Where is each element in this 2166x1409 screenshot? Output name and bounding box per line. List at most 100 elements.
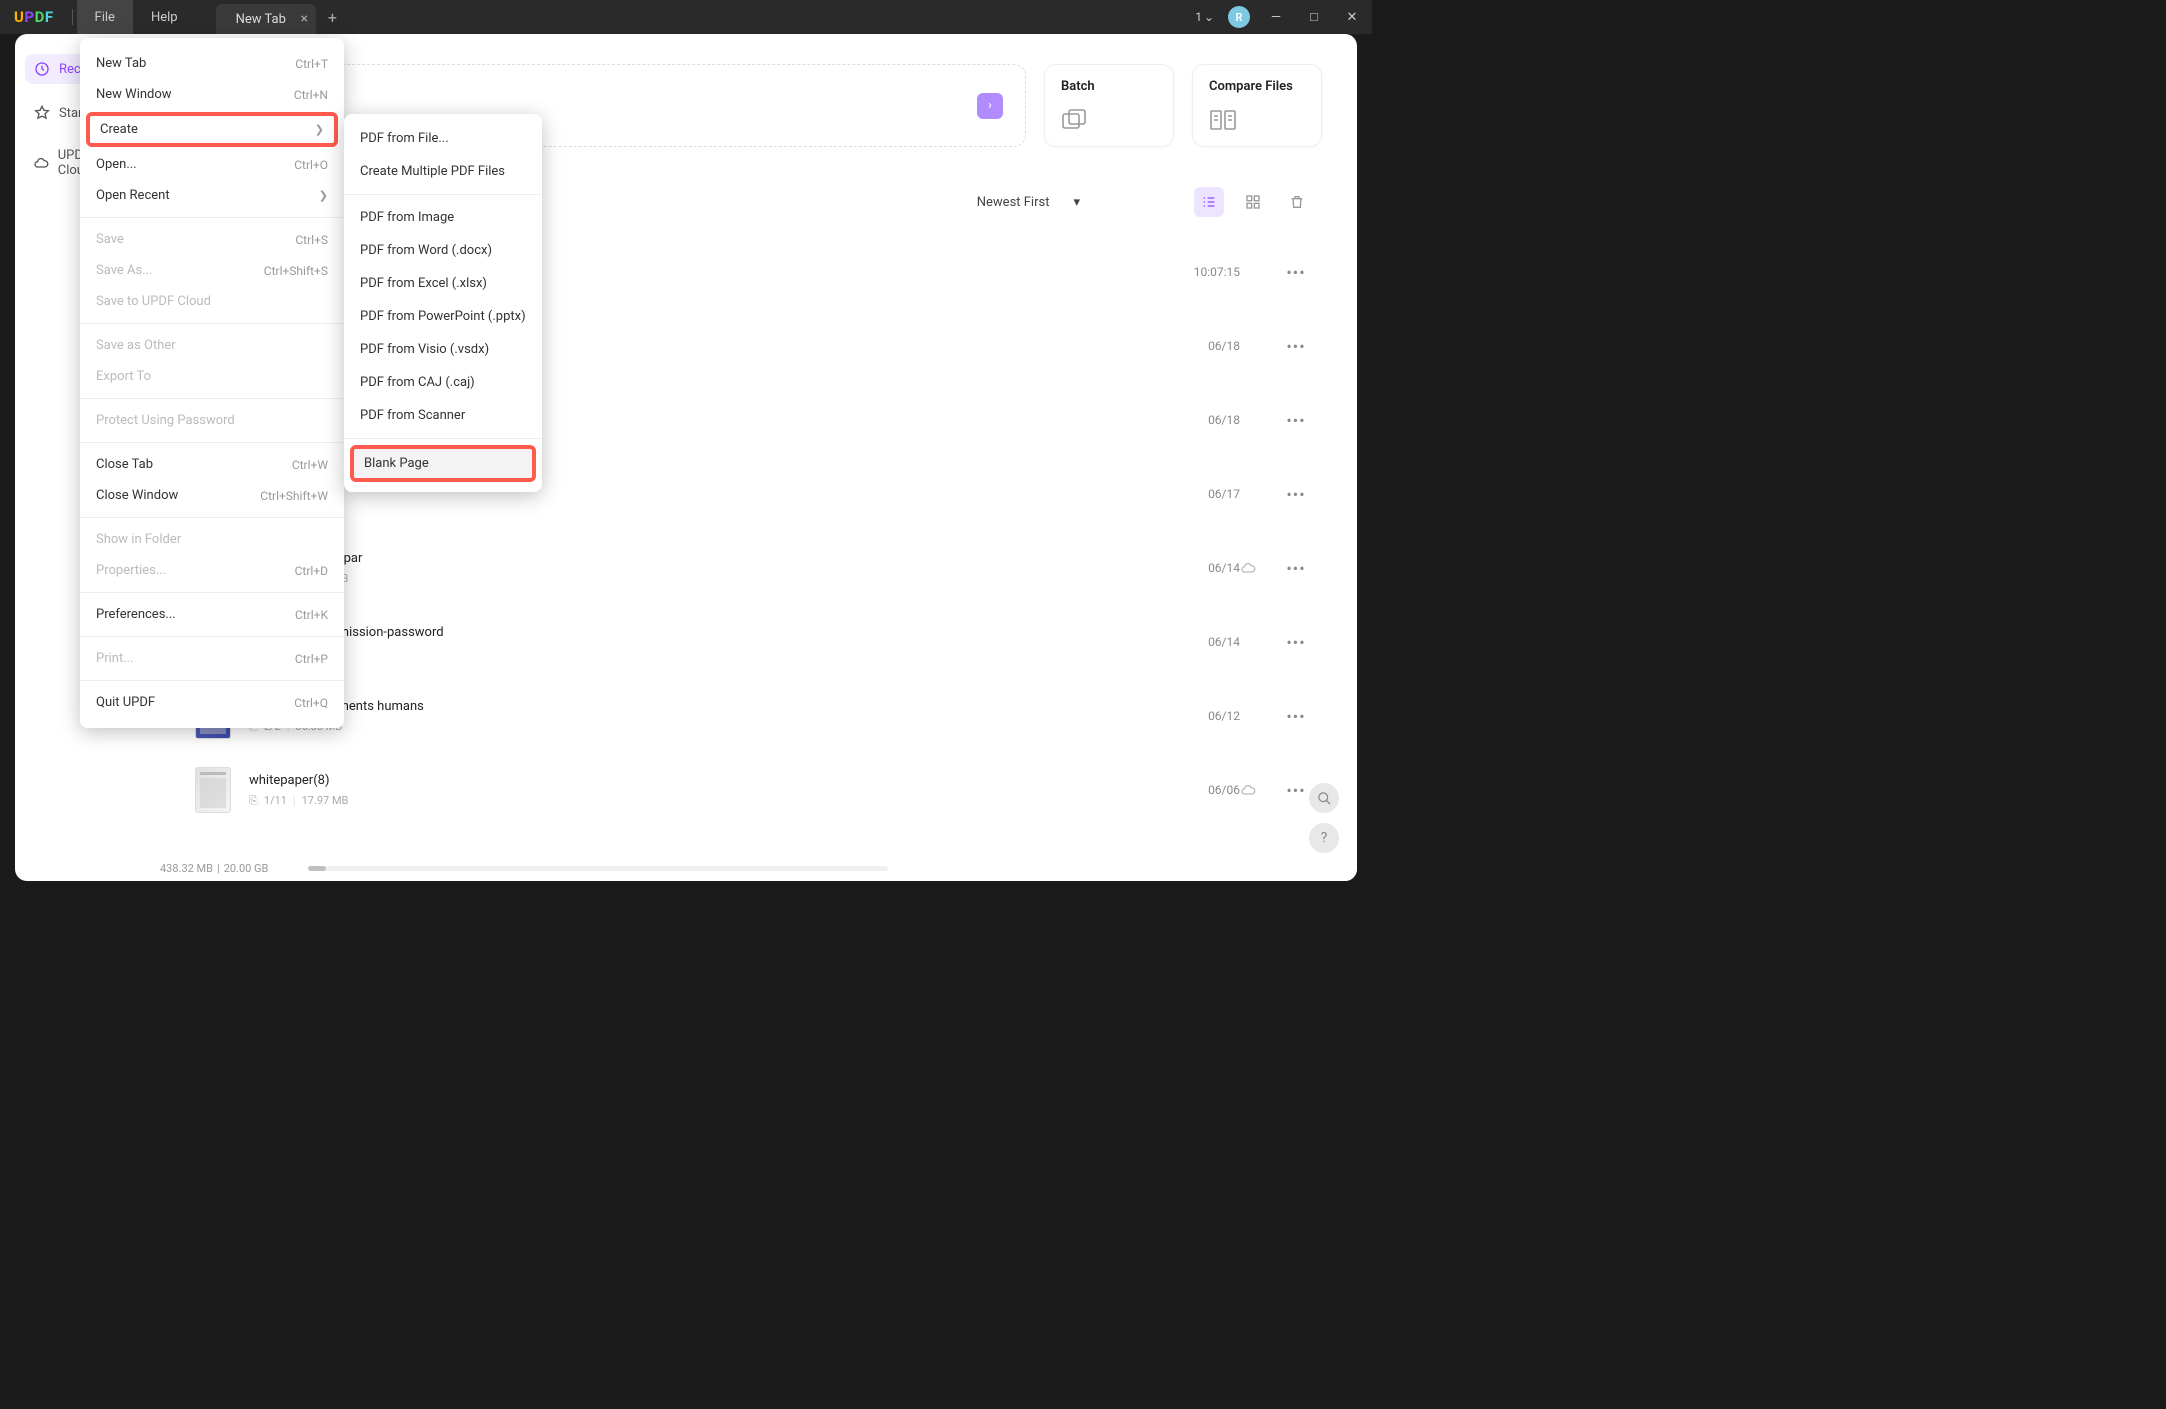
file-date: 06/18 [1150, 339, 1240, 353]
create-menu-item[interactable]: Create Multiple PDF Files [344, 155, 542, 188]
file-menu-item[interactable]: Open...Ctrl+O [80, 149, 344, 180]
file-menu-item[interactable]: Close TabCtrl+W [80, 449, 344, 480]
file-menu-item: Print...Ctrl+P [80, 643, 344, 674]
create-menu-item[interactable]: PDF from Image [344, 201, 542, 234]
minimize-button[interactable]: — [1264, 10, 1288, 25]
menu-item-label: Close Tab [96, 457, 153, 472]
add-tab-button[interactable]: + [328, 8, 337, 27]
menu-help[interactable]: Help [133, 0, 196, 34]
search-button[interactable] [1309, 783, 1339, 813]
chevron-down-icon: ⌄ [1204, 10, 1214, 24]
more-button[interactable]: ••• [1280, 263, 1312, 282]
more-button[interactable]: ••• [1280, 559, 1312, 578]
more-button[interactable]: ••• [1280, 707, 1312, 726]
file-name: technology augments humans [249, 699, 1150, 714]
menu-item-label: Export To [96, 369, 151, 384]
file-menu-item: Export To [80, 361, 344, 392]
menu-separator [80, 680, 344, 681]
create-menu-item[interactable]: Blank Page [350, 445, 536, 482]
shortcut: Ctrl+Shift+S [264, 264, 328, 278]
help-button[interactable]: ? [1309, 823, 1339, 853]
more-button[interactable]: ••• [1280, 337, 1312, 356]
storage-total: 20.00 GB [224, 862, 269, 875]
file-menu-item[interactable]: Close WindowCtrl+Shift+W [80, 480, 344, 511]
menu-item-label: Save As... [96, 263, 153, 278]
close-icon[interactable]: × [300, 11, 307, 27]
menu-item-label: PDF from PowerPoint (.pptx) [360, 309, 526, 324]
menu-item-label: Protect Using Password [96, 413, 235, 428]
cloud-indicator[interactable] [1240, 782, 1280, 798]
file-meta: ⎘1/8|9.08 MB [249, 646, 1150, 660]
file-row[interactable]: whitepaper_permission-password ⎘1/8|9.08… [175, 605, 1322, 679]
file-row[interactable]: technology augments humans ⎘2/2|36.38 MB… [175, 679, 1322, 753]
view-list-button[interactable] [1194, 187, 1224, 217]
batch-card[interactable]: Batch [1044, 64, 1174, 147]
file-menu-item[interactable]: New Tab Ctrl+T [80, 48, 344, 79]
file-date: 06/18 [1150, 413, 1240, 427]
notification-badge[interactable]: 1 ⌄ [1195, 10, 1214, 24]
file-menu-item[interactable]: Quit UPDFCtrl+Q [80, 687, 344, 718]
menu-item-label: PDF from CAJ (.caj) [360, 375, 475, 390]
cloud-indicator[interactable] [1240, 560, 1280, 576]
create-menu-item[interactable]: PDF from File... [344, 122, 542, 155]
file-menu-item: Show in Folder [80, 524, 344, 555]
file-menu: New TabCtrl+TNew WindowCtrl+NCreate❯Open… [80, 38, 344, 728]
menu-item-label: Save to UPDF Cloud [96, 294, 211, 309]
avatar[interactable]: R [1228, 6, 1250, 28]
shortcut: Ctrl+T [295, 57, 328, 71]
file-thumbnail [195, 767, 231, 813]
tab[interactable]: New Tab × [216, 4, 316, 34]
sort-label: Newest First [977, 195, 1050, 210]
file-date: 06/17 [1150, 487, 1240, 501]
menu-item-label: Preferences... [96, 607, 176, 622]
menu-item-label: Print... [96, 651, 133, 666]
trash-button[interactable] [1282, 187, 1312, 217]
file-meta: ⎘1/14|30.27 MB [249, 572, 1150, 586]
sort-select[interactable]: Newest First ▾ [977, 195, 1080, 210]
file-row[interactable]: whitepaper(8) ⎘1/11|17.97 MB 06/06 ••• [175, 753, 1322, 827]
menu-item-label: Save [96, 232, 124, 247]
menu-item-label: Show in Folder [96, 532, 181, 547]
menu-separator [344, 194, 542, 195]
file-date: 10:07:15 [1150, 265, 1240, 279]
create-menu-item[interactable]: PDF from Visio (.vsdx) [344, 333, 542, 366]
more-button[interactable]: ••• [1280, 633, 1312, 652]
chevron-right-icon[interactable]: › [977, 93, 1003, 119]
file-menu-item[interactable]: Create❯ [86, 112, 338, 147]
menu-item-label: Properties... [96, 563, 166, 578]
storage-sep: | [217, 862, 220, 875]
view-grid-button[interactable] [1238, 187, 1268, 217]
file-size: 17.97 MB [302, 794, 349, 807]
compare-icon [1209, 108, 1305, 132]
create-menu-item[interactable]: PDF from PowerPoint (.pptx) [344, 300, 542, 333]
file-name: banking whitepapar [249, 551, 1150, 566]
chevron-right-icon: ❯ [319, 189, 328, 202]
file-date: 06/12 [1150, 709, 1240, 723]
storage-progress [308, 866, 888, 871]
create-menu-item[interactable]: PDF from Word (.docx) [344, 234, 542, 267]
star-icon [33, 104, 51, 122]
file-info: whitepaper(8) ⎘1/11|17.97 MB [249, 773, 1150, 808]
file-row[interactable]: banking whitepapar ⎘1/14|30.27 MB 06/14 … [175, 531, 1322, 605]
menu-file[interactable]: File [77, 0, 133, 34]
more-button[interactable]: ••• [1280, 485, 1312, 504]
compare-card[interactable]: Compare Files [1192, 64, 1322, 147]
maximize-button[interactable]: □ [1302, 9, 1326, 25]
menu-item-label: PDF from Scanner [360, 408, 465, 423]
more-button[interactable]: ••• [1280, 781, 1312, 800]
file-menu-item[interactable]: New WindowCtrl+N [80, 79, 344, 110]
close-button[interactable]: ✕ [1340, 10, 1364, 25]
file-menu-item[interactable]: Open Recent❯ [80, 180, 344, 211]
statusbar: 438.32 MB | 20.00 GB [140, 855, 1357, 881]
notif-count: 1 [1195, 10, 1202, 24]
caret-down-icon: ▾ [1073, 195, 1080, 210]
menu-separator [80, 398, 344, 399]
file-info: technology augments humans ⎘2/2|36.38 MB [249, 699, 1150, 734]
file-menu-item[interactable]: Preferences...Ctrl+K [80, 599, 344, 630]
create-menu-item[interactable]: PDF from Scanner [344, 399, 542, 432]
create-menu-item[interactable]: PDF from Excel (.xlsx) [344, 267, 542, 300]
menu-item-label: New Tab [96, 56, 146, 71]
more-button[interactable]: ••• [1280, 411, 1312, 430]
create-menu-item[interactable]: PDF from CAJ (.caj) [344, 366, 542, 399]
file-info: banking whitepapar ⎘1/14|30.27 MB [249, 551, 1150, 586]
